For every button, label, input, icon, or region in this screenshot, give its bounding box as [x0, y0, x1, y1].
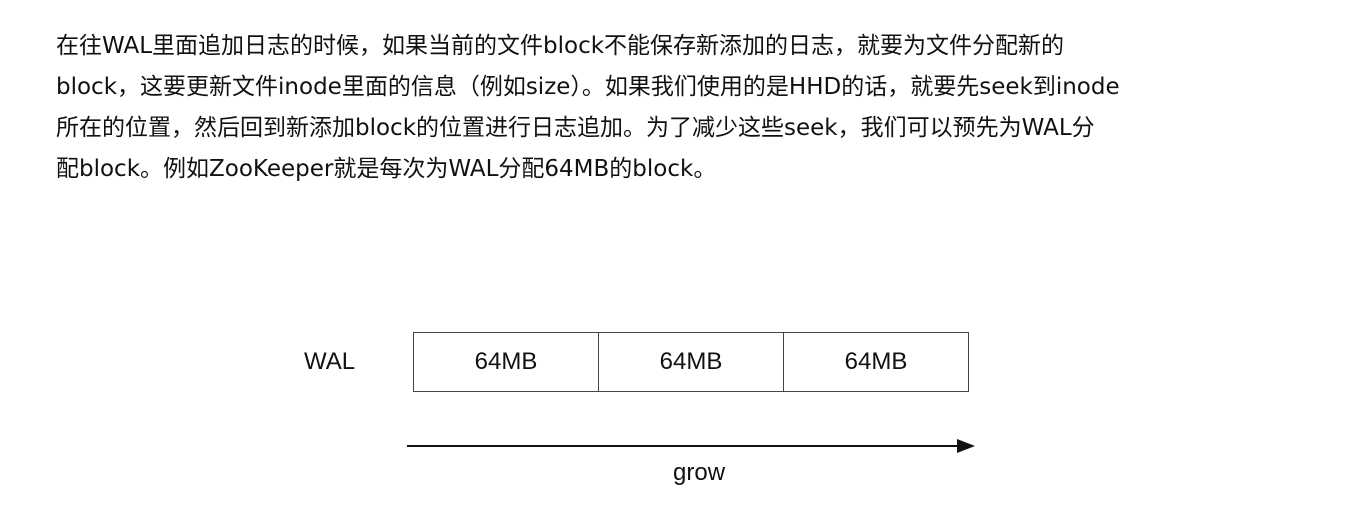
paragraph-line: block，这要更新文件inode里面的信息（例如size）。如果我们使用的是H…: [56, 74, 1120, 100]
paragraph-line: 配block。例如ZooKeeper就是每次为WAL分配64MB的block。: [56, 156, 717, 182]
grow-arrow: [407, 439, 975, 453]
wal-block: 64MB: [598, 333, 783, 391]
paragraph-line: 在往WAL里面追加日志的时候，如果当前的文件block不能保存新添加的日志，就要…: [56, 33, 1065, 59]
wal-label: WAL: [304, 348, 356, 375]
grow-label: grow: [673, 459, 726, 486]
wal-block: 64MB: [474, 348, 538, 375]
wal-block: 64MB: [783, 333, 968, 391]
paragraph-line: 所在的位置，然后回到新添加block的位置进行日志追加。为了减少这些seek，我…: [56, 115, 1095, 141]
grow-arrow-head-icon: [957, 439, 975, 453]
explanation-paragraph: 在往WAL里面追加日志的时候，如果当前的文件block不能保存新添加的日志，就要…: [56, 26, 1316, 190]
wal-block-row: 64MB 64MB 64MB: [413, 332, 969, 392]
